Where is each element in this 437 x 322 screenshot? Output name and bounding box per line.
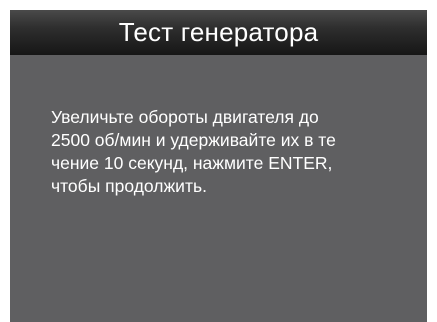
title-bar: Тест генератора [10,10,427,55]
screen: Тест генератора Увеличьте обороты двигат… [10,10,427,322]
page-title: Тест генератора [118,16,319,47]
instruction-message: Увеличьте обороты двигателя до 2500 об/м… [51,107,336,196]
